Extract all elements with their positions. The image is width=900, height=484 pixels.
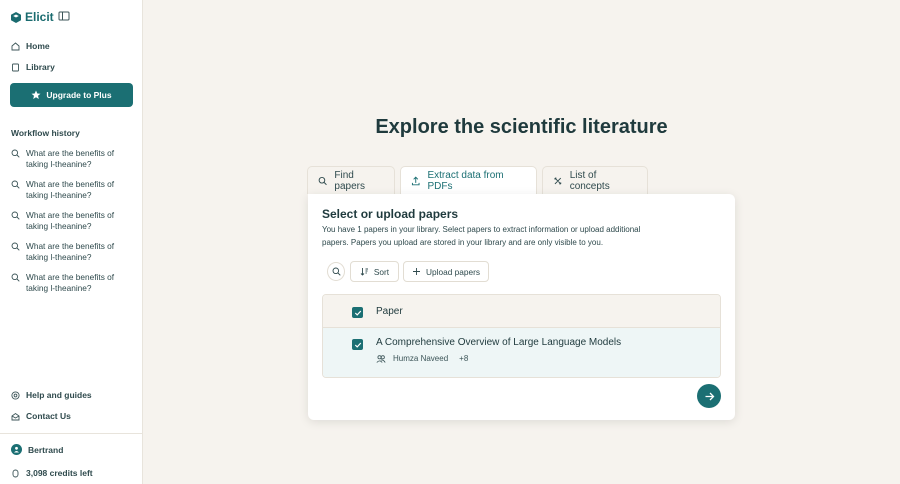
- sidebar-item-label: Help and guides: [26, 390, 92, 400]
- history-item[interactable]: What are the benefits of taking l-theanin…: [11, 241, 136, 263]
- user-icon: [14, 446, 19, 453]
- search-icon: [11, 180, 20, 189]
- sort-label: Sort: [373, 266, 390, 277]
- history-item-line: What are the benefits of: [26, 241, 115, 251]
- tab-find-papers[interactable]: Find papers: [307, 166, 395, 194]
- coin-icon: [12, 469, 19, 477]
- more-authors-count: +8: [459, 354, 469, 363]
- sidebar-item-label: Library: [26, 62, 55, 72]
- search-icon: [11, 211, 20, 220]
- elicit-logo-icon: [11, 11, 21, 23]
- contact-icon: [11, 412, 20, 420]
- arrow-right-icon: [705, 392, 714, 400]
- workflow-history-heading: Workflow history: [11, 128, 80, 138]
- history-item[interactable]: What are the benefits of taking l-theanin…: [11, 272, 136, 294]
- history-item-line: What are the benefits of: [26, 148, 115, 158]
- extract-panel: Select or upload papers You have 1 paper…: [308, 194, 735, 420]
- star-icon: [31, 90, 41, 99]
- sidebar-divider: [0, 433, 143, 434]
- search-icon: [332, 267, 341, 276]
- select-all-checkbox[interactable]: [352, 307, 363, 318]
- history-item-line: taking l-theanine?: [26, 221, 92, 231]
- tab-list-of-concepts[interactable]: List of concepts: [542, 166, 648, 194]
- plus-icon: [413, 268, 421, 275]
- history-item[interactable]: What are the benefits of taking l-theanin…: [11, 148, 136, 170]
- sidebar-item-home[interactable]: Home: [11, 41, 50, 51]
- brand-logo[interactable]: Elicit: [11, 10, 54, 24]
- panel-title: Select or upload papers: [322, 207, 459, 221]
- sort-icon: [360, 268, 368, 276]
- book-icon: [12, 63, 19, 71]
- sidebar-item-contact[interactable]: Contact Us: [11, 411, 71, 421]
- authors-icon: [376, 354, 386, 363]
- search-button[interactable]: [327, 262, 345, 281]
- sidebar-collapse-icon[interactable]: [58, 10, 70, 22]
- upgrade-button[interactable]: Upgrade to Plus: [10, 83, 133, 107]
- upgrade-label: Upgrade to Plus: [46, 90, 112, 100]
- sidebar-item-label: Contact Us: [26, 411, 71, 421]
- upload-icon: [411, 176, 420, 186]
- credits-label: 3,098 credits left: [26, 468, 93, 478]
- user-name: Bertrand: [28, 444, 64, 455]
- history-item-line: taking l-theanine?: [26, 159, 92, 169]
- panel-description: You have 1 papers in your library. Selec…: [322, 224, 667, 249]
- concepts-icon: [554, 177, 562, 184]
- paper-title[interactable]: A Comprehensive Overview of Large Langua…: [376, 337, 621, 348]
- tab-label: List of concepts: [569, 169, 610, 192]
- search-icon: [11, 149, 20, 158]
- user-profile[interactable]: Bertrand: [11, 444, 63, 455]
- upload-label: Upload papers: [426, 266, 480, 277]
- next-button[interactable]: [697, 384, 721, 408]
- credits-info[interactable]: 3,098 credits left: [11, 468, 93, 478]
- history-item[interactable]: What are the benefits of taking l-theanin…: [11, 179, 136, 201]
- author-name: Humza Naveed: [393, 354, 449, 363]
- history-item-line: taking l-theanine?: [26, 252, 92, 262]
- sort-button[interactable]: Sort: [350, 261, 399, 282]
- page-title: Explore the scientific literature: [375, 116, 668, 138]
- home-icon: [11, 41, 20, 50]
- paper-authors: Humza Naveed +8: [376, 354, 468, 363]
- history-item-line: taking l-theanine?: [26, 283, 92, 293]
- history-item-line: What are the benefits of: [26, 179, 115, 189]
- avatar: [11, 444, 22, 455]
- panel-description-line: papers. Papers you upload are stored in …: [322, 237, 604, 247]
- history-item[interactable]: What are the benefits of taking l-theanin…: [11, 210, 136, 232]
- tab-label: Find papers: [334, 169, 365, 192]
- papers-table: Paper A Comprehensive Overview of Large …: [322, 294, 721, 378]
- search-icon: [11, 242, 20, 251]
- check-icon: [354, 342, 361, 348]
- sidebar-item-label: Home: [26, 41, 50, 51]
- sidebar-item-library[interactable]: Library: [11, 62, 55, 72]
- help-icon: [11, 390, 20, 400]
- sidebar-item-help[interactable]: Help and guides: [11, 390, 92, 400]
- search-icon: [318, 176, 327, 185]
- upload-papers-button[interactable]: Upload papers: [403, 261, 489, 282]
- table-header: Paper: [323, 295, 720, 328]
- column-header-paper: Paper: [376, 306, 403, 317]
- tab-label: Extract data from PDFs: [427, 170, 504, 192]
- row-checkbox[interactable]: [352, 339, 363, 350]
- history-item-line: What are the benefits of: [26, 210, 115, 220]
- check-icon: [354, 310, 361, 316]
- history-item-line: What are the benefits of: [26, 272, 115, 282]
- panel-description-line: You have 1 papers in your library. Selec…: [322, 225, 641, 234]
- search-icon: [11, 273, 20, 282]
- brand-name: Elicit: [25, 10, 54, 24]
- table-row[interactable]: A Comprehensive Overview of Large Langua…: [323, 328, 720, 377]
- sidebar: Elicit Home Library Upgrade to Plus Work…: [0, 0, 143, 484]
- history-item-line: taking l-theanine?: [26, 190, 92, 200]
- tab-extract-data[interactable]: Extract data from PDFs: [400, 166, 537, 195]
